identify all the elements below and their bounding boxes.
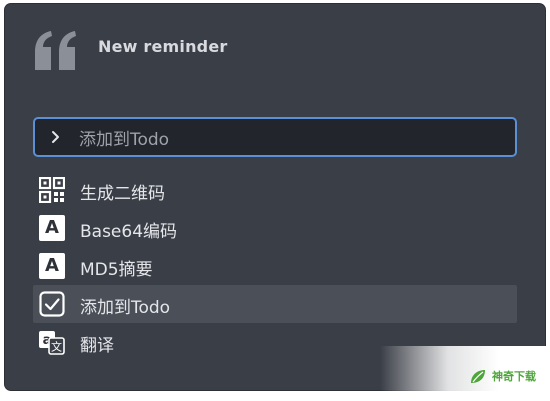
- leaf-logo-icon: [471, 370, 485, 383]
- letter-a-icon: A: [39, 215, 65, 241]
- action-item-base64[interactable]: A Base64编码: [33, 209, 517, 247]
- action-item-label: Base64编码: [80, 222, 178, 242]
- checkbox-icon: [39, 291, 65, 317]
- action-item-md5[interactable]: A MD5摘要: [33, 247, 517, 285]
- letter-a-icon: A: [39, 253, 65, 279]
- translate-cjk-glyph: 文: [51, 340, 62, 354]
- action-item-label: 添加到Todo: [80, 298, 171, 318]
- action-item-label: 生成二维码: [80, 184, 165, 204]
- watermark-text: 神奇下载: [492, 370, 536, 383]
- qr-code-icon: [39, 177, 65, 203]
- action-item-qr-code[interactable]: 生成二维码: [33, 171, 517, 209]
- panel-header: New reminder: [5, 4, 545, 94]
- quote-icon: [35, 31, 76, 70]
- watermark: 神奇下载: [460, 366, 550, 388]
- command-search-box[interactable]: [33, 117, 517, 157]
- command-search-input[interactable]: [79, 119, 499, 155]
- chevron-right-icon: [52, 131, 59, 143]
- action-item-add-todo[interactable]: 添加到Todo: [33, 285, 517, 323]
- window-title: New reminder: [98, 37, 228, 56]
- reminder-panel: New reminder 生成二维码 A Base6: [5, 4, 545, 390]
- action-list: 生成二维码 A Base64编码 A MD5摘要 添加到Todo a 文 翻译: [33, 171, 517, 361]
- action-item-label: MD5摘要: [80, 260, 153, 280]
- translate-icon: a 文: [39, 331, 65, 355]
- action-item-label: 翻译: [80, 336, 114, 356]
